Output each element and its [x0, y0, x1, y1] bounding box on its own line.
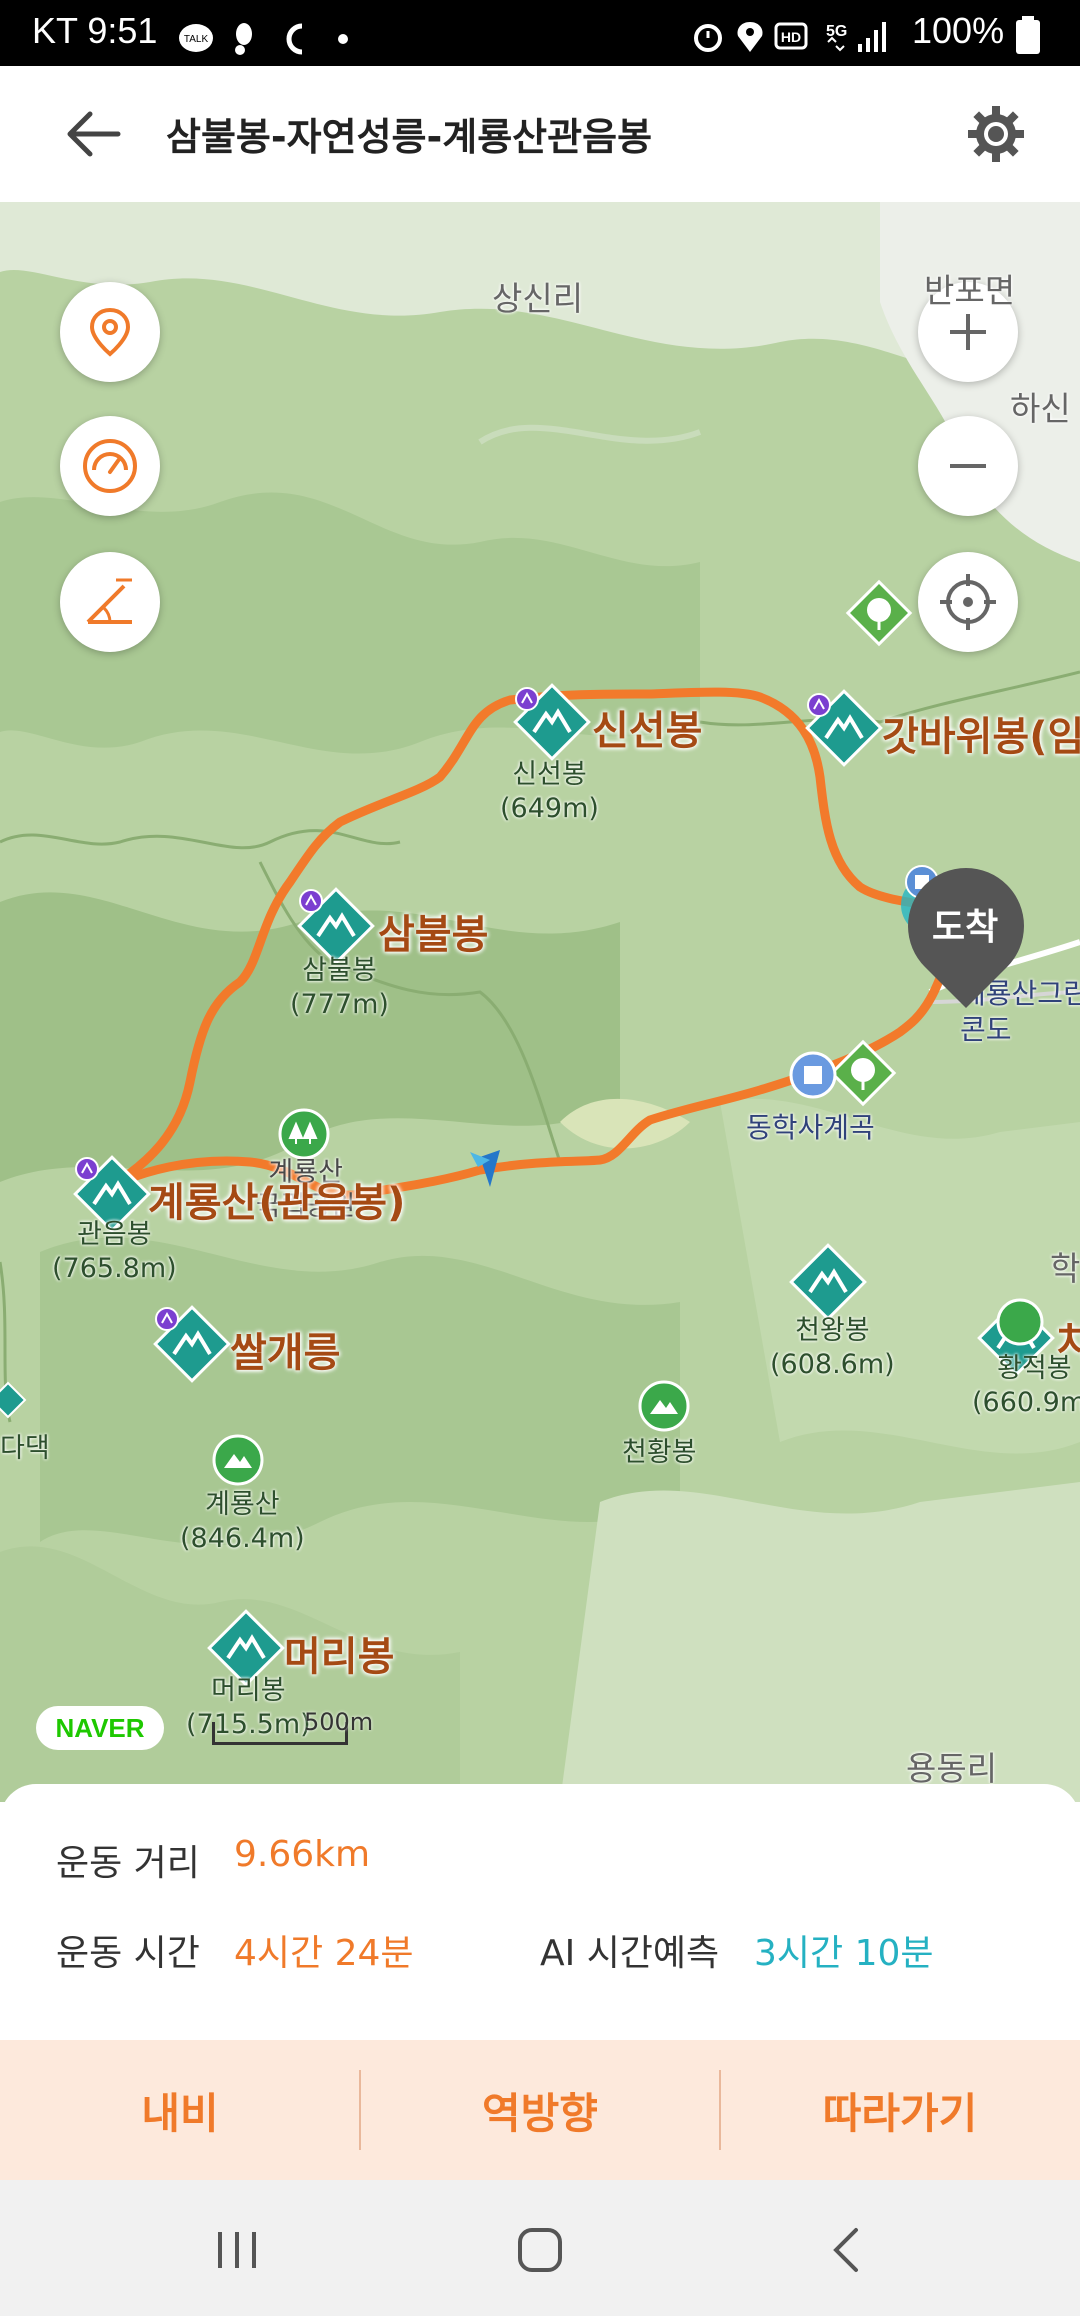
zoom-out-button[interactable]: [918, 416, 1018, 516]
park-tree-icon[interactable]: [278, 1108, 330, 1160]
location-pin-icon: [89, 307, 131, 357]
mountain-green-icon[interactable]: [990, 1292, 1050, 1352]
status-right-icons: HD 5G: [694, 22, 886, 52]
svg-text:5G: 5G: [826, 23, 847, 40]
route-info-panel: 운동 거리 9.66km 운동 시간 4시간 24분 AI 시간예측 3시간 1…: [0, 1784, 1080, 2040]
peak-name-gwaneumbong: 계룡산(관음봉): [148, 1180, 406, 1226]
signal-icon: [858, 22, 886, 52]
route-path: [105, 687, 967, 1200]
peak-name-ssalgaereung: 쌀개릉: [230, 1330, 341, 1376]
peak-label-gyeryongsan: 계룡산 (846.4m): [180, 1489, 305, 1554]
reverse-button[interactable]: 역방향: [360, 2040, 720, 2180]
c-icon: [286, 23, 303, 55]
map-view[interactable]: 상신리 반포면 하신 용동리 학 다댁 신선봉 신선봉 (649m) 갓바위봉(…: [0, 202, 1080, 1802]
place-label-yongdongri: 용동리: [906, 1749, 998, 1788]
mountain-marker-icon[interactable]: [788, 1242, 868, 1322]
distance-value: 9.66km: [234, 1834, 371, 1875]
distance-label: 운동 거리: [56, 1843, 200, 1884]
badge-icon: [299, 889, 323, 913]
scale-label: 500m: [304, 1708, 374, 1736]
ai-time-value: 3시간 10분: [754, 1933, 934, 1974]
mountain-green-icon[interactable]: [212, 1434, 264, 1486]
top-bar: 삼불봉-자연성릉-계룡산관음봉: [0, 66, 1080, 202]
action-bar: 내비 역방향 따라가기: [0, 2040, 1080, 2180]
mountain-green-icon[interactable]: [638, 1380, 690, 1432]
battery-percent: 100%: [912, 10, 1005, 51]
peak-label-sinseonbong: 신선봉 (649m): [500, 759, 599, 824]
mountain-green-icon[interactable]: [0, 1380, 28, 1420]
crosshair-icon: [940, 574, 996, 630]
peak-name-gatbawibong: 갓바위봉(임: [882, 714, 1080, 760]
arrival-label: 도착: [932, 907, 999, 948]
system-nav-bar: [0, 2180, 1080, 2316]
status-carrier-time: KT 9:51: [32, 10, 158, 51]
follow-button[interactable]: 따라가기: [720, 2040, 1080, 2180]
peak-label-cheonhwangbong: 천황봉: [622, 1437, 697, 1468]
slope-button[interactable]: [60, 552, 160, 652]
dot-icon: [338, 34, 348, 44]
time-label: 운동 시간: [56, 1933, 200, 1974]
gear-icon[interactable]: [964, 102, 1028, 166]
battery-icon: [1016, 16, 1040, 54]
talk-icon: TALK: [179, 24, 213, 52]
forest-icon[interactable]: [844, 578, 914, 648]
ai-time-label: AI 시간예측: [540, 1933, 720, 1974]
back-arrow-icon[interactable]: [62, 108, 122, 160]
place-label-hak: 학: [1050, 1249, 1080, 1288]
speedometer-icon: [83, 439, 137, 493]
badge-icon: [155, 1307, 179, 1331]
place-label-top-right: 반포면: [924, 271, 1016, 310]
badge-icon: [75, 1157, 99, 1181]
naver-logo-text: NAVER: [55, 1712, 145, 1743]
facility-icon[interactable]: [788, 1050, 838, 1100]
place-label-sangsinri: 상신리: [492, 279, 584, 318]
peak-name-sinseonbong: 신선봉: [592, 708, 703, 754]
peak-label-gwaneumbong: 관음봉 (765.8m): [52, 1219, 177, 1284]
place-label-left-edge: 다댁: [0, 1433, 50, 1464]
zoom-out-icon: [950, 464, 986, 468]
slope-icon: [86, 578, 132, 624]
status-left-icons: TALK: [179, 23, 348, 55]
speedometer-button[interactable]: [60, 416, 160, 516]
svg-text:TALK: TALK: [184, 34, 209, 45]
peak-name-right-edge: 치: [1056, 1320, 1080, 1366]
5g-icon: 5G: [826, 23, 847, 52]
navigate-button[interactable]: 내비: [0, 2040, 360, 2180]
time-value: 4시간 24분: [234, 1933, 414, 1974]
my-location-button[interactable]: [918, 552, 1018, 652]
badge-icon: [515, 687, 539, 711]
hd-icon: HD: [774, 22, 808, 50]
alarm-icon: [694, 24, 722, 52]
footprint-icon: [235, 23, 252, 55]
zoom-in-icon: [950, 314, 986, 350]
badge-icon: [807, 693, 831, 717]
page-title: 삼불봉-자연성릉-계룡산관음봉: [166, 115, 653, 159]
svg-text:HD: HD: [781, 29, 801, 45]
peak-label-cheonwangbong: 천왕봉 (608.6m): [770, 1315, 895, 1380]
home-icon[interactable]: [516, 2226, 564, 2274]
location-pin-button[interactable]: [60, 282, 160, 382]
peak-name-sambulbong: 삼불봉: [378, 912, 489, 958]
location-icon: [737, 22, 763, 52]
status-bar: KT 9:51 TALK HD 5G 100%: [0, 0, 1080, 66]
place-label-hasin: 하신: [1010, 389, 1071, 428]
naver-logo: NAVER: [36, 1706, 164, 1750]
back-icon[interactable]: [826, 2226, 866, 2274]
valley-label: 동학사계곡: [746, 1111, 875, 1144]
recent-apps-icon[interactable]: [212, 2228, 262, 2272]
peak-label-sambulbong: 삼불봉 (777m): [290, 955, 389, 1020]
forest-icon[interactable]: [828, 1038, 898, 1108]
